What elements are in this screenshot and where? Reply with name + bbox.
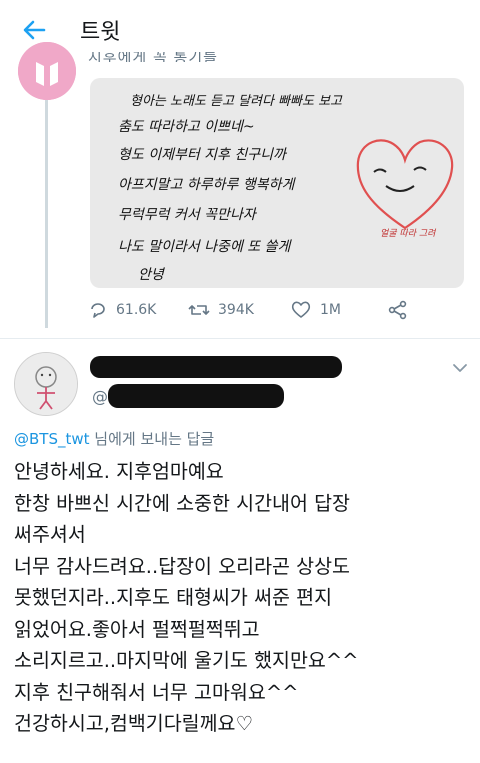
handle-at-sign: @	[92, 387, 108, 406]
like-icon	[291, 301, 311, 318]
tweet-text-line: 읽었어요.좋아서 펄쩍펄쩍뛰고	[14, 617, 260, 641]
chevron-down-icon[interactable]	[452, 362, 468, 374]
tweet-text-line: 건강하시고,컴백기다릴께요♡	[14, 712, 253, 735]
tweet-text-line: 소리지르고..마지막에 울기도 했지만요^^	[14, 649, 359, 672]
like-count: 1M	[320, 302, 341, 318]
note-line: 무럭무럭 커서 꼭만나자	[118, 207, 256, 223]
tweet-text-line: 안녕하세요. 지후엄마예요	[14, 460, 224, 483]
note-line: 나도 말이라서 나중에 또 쓸게	[118, 239, 291, 255]
avatar[interactable]	[18, 42, 76, 100]
bts-logo-icon	[18, 42, 76, 100]
heart-doodle-icon	[356, 139, 454, 230]
retweet-button[interactable]: 394K	[188, 300, 254, 320]
reply-to-suffix: 님에게 보내는 답글	[94, 430, 215, 448]
reply-to-mention[interactable]: @BTS_twt	[14, 430, 90, 448]
retweet-icon	[188, 305, 210, 315]
child-drawing-avatar-icon	[15, 353, 77, 415]
note-line: 형아는 노래도 듣고 달려다 빠빠도 보고	[130, 94, 343, 109]
top-bar: 트윗	[0, 0, 480, 58]
redacted-display-name	[90, 356, 342, 378]
reply-to-line: @BTS_twt 님에게 보내는 답글	[14, 428, 214, 449]
note-line: 안녕	[138, 267, 164, 283]
share-button[interactable]	[388, 300, 408, 320]
tweet-text-line: 한창 바쁘신 시간에 소중한 시간내어 답장	[14, 491, 350, 515]
page-title: 트윗	[80, 20, 121, 45]
like-button[interactable]: 1M	[290, 300, 341, 320]
reply-icon	[91, 303, 105, 318]
tweet-text-line: 써주셔서	[14, 523, 86, 546]
back-arrow-icon[interactable]	[20, 16, 48, 44]
divider	[0, 338, 480, 339]
avatar[interactable]	[14, 352, 78, 416]
tweet-text-line: 못했던지라..지후도 태형씨가 써준 편지	[14, 586, 333, 609]
reply-button[interactable]: 61.6K	[88, 300, 156, 320]
share-icon	[388, 300, 407, 320]
tweet-text-line: 지후 친구해줘서 너무 고마워요^^	[14, 680, 299, 704]
reply-count: 61.6K	[116, 302, 157, 318]
retweet-count: 394K	[218, 302, 254, 318]
note-line: 춤도 따라하고 이쁘네~	[118, 119, 255, 135]
tweet-text-line: 너무 감사드려요..답장이 오리라곤 상상도	[14, 554, 350, 578]
tweet-body: 안녕하세요. 지후엄마예요 한창 바쁘신 시간에 소중한 시간내어 답장 써주셔…	[14, 456, 474, 740]
tweet-text-cut: 지후에게 꼭 통기를	[88, 52, 218, 62]
tweet-actions: 61.6K 394K 1M	[88, 300, 468, 328]
redacted-handle	[108, 384, 284, 408]
tweet-photo[interactable]: 형아는 노래도 듣고 달려다 빠빠도 보고 춤도 따라하고 이쁘네~ 형도 이제…	[90, 78, 464, 288]
thread-line	[45, 100, 48, 328]
heart-caption: 얼굴 따라 그려	[380, 229, 436, 239]
note-line: 아프지말고 하루하루 행복하게	[118, 177, 295, 193]
note-line: 형도 이제부터 지후 친구니까	[118, 147, 286, 163]
